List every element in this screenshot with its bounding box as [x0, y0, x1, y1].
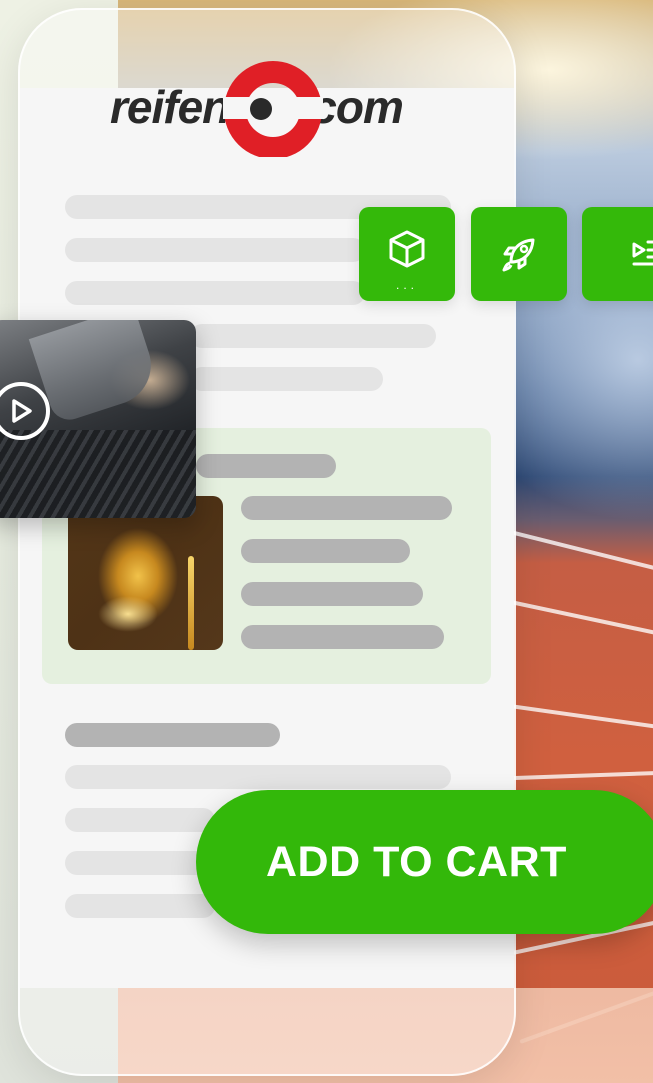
- play-icon: [12, 399, 32, 423]
- placeholder-line: [65, 281, 365, 305]
- add-to-cart-label: ADD TO CART: [266, 837, 567, 886]
- logo-text-right: com: [311, 81, 404, 133]
- logo-ring-icon: [223, 57, 324, 157]
- product-detail-placeholder: [241, 539, 410, 563]
- placeholder-line: [65, 851, 215, 875]
- feature-tile-list[interactable]: [582, 207, 653, 301]
- tile-indicator-dots: ...: [395, 278, 418, 292]
- add-to-cart-button[interactable]: ADD TO CART: [196, 790, 653, 934]
- placeholder-line: [65, 765, 451, 789]
- oil-stream: [188, 556, 194, 650]
- section-title-placeholder: [65, 723, 280, 747]
- logo-text-left: reifen: [110, 81, 230, 133]
- product-detail-placeholder: [241, 582, 423, 606]
- placeholder-line: [65, 238, 365, 262]
- feature-tile-package[interactable]: ...: [359, 207, 455, 301]
- engine-shape: [0, 430, 196, 518]
- oil-glint: [98, 596, 158, 632]
- list-indent-icon: [632, 240, 653, 266]
- placeholder-line: [190, 367, 383, 391]
- placeholder-line: [190, 324, 436, 348]
- product-detail-placeholder: [241, 496, 452, 520]
- product-title-placeholder: [196, 454, 336, 478]
- product-image[interactable]: [68, 496, 223, 650]
- brand-logo: reifen com: [110, 54, 440, 160]
- placeholder-line: [65, 808, 215, 832]
- rocket-icon: [502, 238, 535, 272]
- package-icon: [389, 230, 425, 268]
- feature-tile-rocket[interactable]: [471, 207, 567, 301]
- placeholder-line: [65, 894, 215, 918]
- product-detail-placeholder: [241, 625, 444, 649]
